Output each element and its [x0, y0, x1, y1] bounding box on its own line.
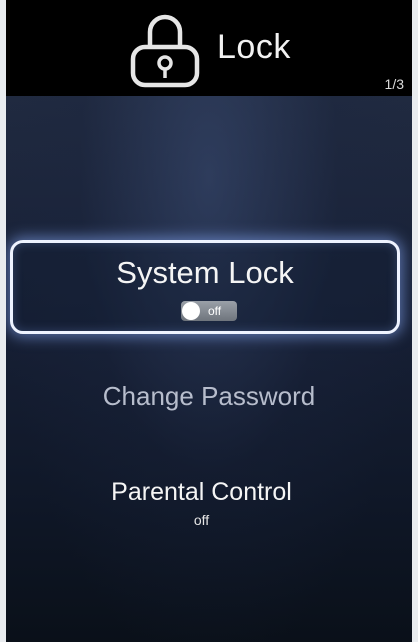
toggle-knob	[182, 302, 200, 320]
parental-control-status: off	[193, 512, 210, 528]
header-bar: Lock 1/3	[6, 0, 412, 96]
page-title: Lock	[217, 28, 291, 66]
toggle-state-label: off	[208, 304, 222, 318]
system-lock-item[interactable]: System Lock off	[10, 240, 400, 334]
change-password-item[interactable]: Change Password	[6, 381, 412, 412]
parental-control-item[interactable]: Parental Control	[6, 478, 397, 507]
lock-icon	[130, 14, 200, 88]
menu-area	[6, 96, 412, 642]
system-lock-label: System Lock	[116, 255, 294, 290]
page-indicator: 1/3	[384, 76, 404, 92]
system-lock-toggle[interactable]: off	[181, 301, 237, 321]
device-screen: Lock 1/3 System Lock off Change Password…	[6, 0, 412, 642]
